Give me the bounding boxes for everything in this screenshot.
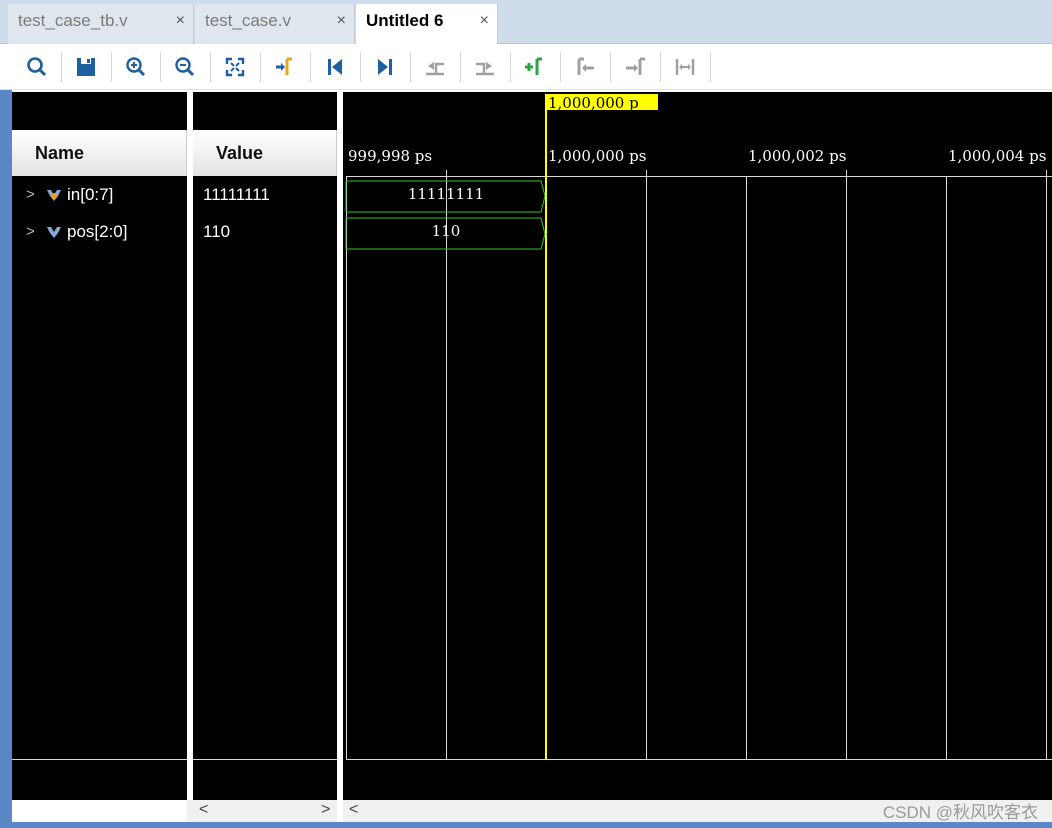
next-transition-icon[interactable] bbox=[472, 54, 498, 80]
go-to-time-zero-icon[interactable] bbox=[322, 54, 348, 80]
watermark: CSDN @秋风吹客衣 bbox=[882, 803, 1038, 822]
go-to-cursor-icon[interactable] bbox=[272, 54, 298, 80]
signal-value-row: 110 bbox=[193, 214, 337, 250]
toolbar-separator bbox=[410, 52, 411, 82]
close-icon[interactable]: × bbox=[337, 4, 346, 38]
waveform-value-label: 11111111 bbox=[407, 185, 485, 203]
zoom-out-icon[interactable] bbox=[172, 54, 198, 80]
next-marker-icon[interactable] bbox=[622, 54, 648, 80]
time-tick-label: 1,000,002 ps bbox=[748, 147, 847, 165]
tab-label: Untitled 6 bbox=[366, 11, 444, 30]
signal-name: pos[2:0] bbox=[67, 222, 128, 241]
add-marker-icon[interactable] bbox=[522, 54, 548, 80]
close-icon[interactable]: × bbox=[176, 4, 185, 38]
toolbar-separator bbox=[610, 52, 611, 82]
time-tick-label: 1,000,000 ps bbox=[548, 147, 647, 165]
signal-row-pos[interactable]: > pos[2:0] bbox=[0, 214, 187, 250]
toolbar-separator bbox=[510, 52, 511, 82]
search-icon[interactable] bbox=[24, 54, 50, 80]
scroll-left-arrow[interactable]: < bbox=[199, 801, 208, 819]
waveform-value-label: 110 bbox=[431, 222, 461, 240]
toolbar-separator bbox=[111, 52, 112, 82]
pane-divider bbox=[12, 759, 187, 760]
toolbar-separator bbox=[360, 52, 361, 82]
toolbar-separator bbox=[61, 52, 62, 82]
save-icon[interactable] bbox=[73, 54, 99, 80]
time-tick-label: 1,000,004 ps bbox=[948, 147, 1047, 165]
toolbar-separator bbox=[460, 52, 461, 82]
pane-divider bbox=[346, 759, 1052, 760]
toolbar-separator bbox=[210, 52, 211, 82]
toolbar-separator bbox=[710, 52, 711, 82]
waveform-toolbar bbox=[0, 44, 1052, 90]
swap-cursors-icon[interactable] bbox=[672, 54, 698, 80]
value-horizontal-scrollbar[interactable]: < > bbox=[187, 800, 337, 822]
close-icon[interactable]: × bbox=[480, 4, 489, 38]
toolbar-separator bbox=[560, 52, 561, 82]
bus-signal-icon bbox=[47, 227, 61, 238]
zoom-in-icon[interactable] bbox=[123, 54, 149, 80]
toolbar-separator bbox=[660, 52, 661, 82]
bus-signal-icon bbox=[47, 190, 61, 201]
signal-name: in[0:7] bbox=[67, 185, 114, 204]
signal-value-row: 11111111 bbox=[193, 177, 337, 213]
signal-value: 11111111 bbox=[203, 185, 270, 204]
chevron-right-icon[interactable]: > bbox=[26, 177, 35, 213]
chevron-right-icon[interactable]: > bbox=[26, 214, 35, 250]
go-to-last-time-icon[interactable] bbox=[372, 54, 398, 80]
scroll-left-arrow[interactable]: < bbox=[349, 801, 358, 819]
column-header-name[interactable]: Name bbox=[12, 130, 187, 176]
toolbar-separator bbox=[310, 52, 311, 82]
toolbar-separator bbox=[260, 52, 261, 82]
pane-divider bbox=[193, 759, 337, 760]
tab-label: test_case.v bbox=[205, 11, 291, 30]
toolbar-separator bbox=[160, 52, 161, 82]
zoom-fit-icon[interactable] bbox=[222, 54, 248, 80]
editor-tab-bar: test_case_tb.v × test_case.v × Untitled … bbox=[0, 0, 1052, 45]
tab-label: test_case_tb.v bbox=[18, 11, 128, 30]
previous-transition-icon[interactable] bbox=[422, 54, 448, 80]
tab-test-case[interactable]: test_case.v × bbox=[195, 4, 355, 44]
time-cursor[interactable] bbox=[545, 94, 547, 760]
signal-row-in[interactable]: > in[0:7] bbox=[0, 177, 187, 213]
previous-marker-icon[interactable] bbox=[572, 54, 598, 80]
tab-test-case-tb[interactable]: test_case_tb.v × bbox=[8, 4, 194, 44]
scroll-right-arrow[interactable]: > bbox=[321, 801, 330, 819]
time-tick-label: 999,998 ps bbox=[348, 147, 433, 165]
cursor-time-label: 1,000,000 p bbox=[547, 94, 658, 110]
column-header-value[interactable]: Value bbox=[193, 130, 337, 176]
signal-value: 110 bbox=[203, 222, 231, 241]
tab-untitled-6[interactable]: Untitled 6 × bbox=[356, 4, 498, 45]
